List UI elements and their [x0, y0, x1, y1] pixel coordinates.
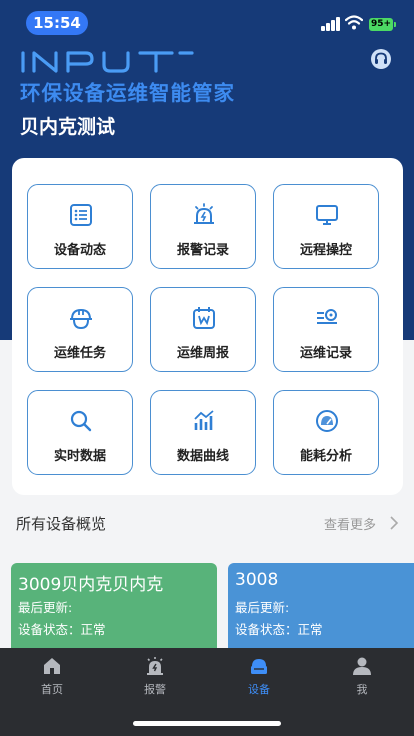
menu-item-data-curves[interactable]: 数据曲线	[150, 390, 256, 475]
menu-item-label: 运维记录	[299, 346, 352, 361]
record-icon	[317, 309, 337, 324]
menu-item-label: 运维任务	[53, 346, 106, 361]
menu-item-remote-control[interactable]: 远程操控	[273, 184, 379, 269]
view-more-link[interactable]: 查看更多	[324, 514, 376, 533]
tab-me[interactable]: 我	[310, 648, 414, 698]
device-last-update: 最后更新:	[235, 600, 290, 615]
tab-label: 我	[356, 683, 368, 696]
status-bar: 15:54 95+	[0, 0, 414, 44]
home-icon	[44, 658, 60, 674]
overview-title: 所有设备概览	[16, 515, 107, 533]
list-icon	[70, 204, 92, 226]
menu-item-realtime-data[interactable]: 实时数据	[27, 390, 133, 475]
calendar-icon	[193, 307, 215, 329]
menu-item-label: 远程操控	[299, 243, 352, 258]
alarm-icon	[194, 203, 214, 224]
wifi-icon	[345, 15, 363, 30]
menu-item-weekly-report[interactable]: 运维周报	[150, 287, 256, 372]
home-indicator[interactable]	[133, 721, 281, 726]
device-name: 3008	[235, 570, 279, 590]
menu-item-label: 运维周报	[176, 346, 229, 361]
tab-label: 首页	[41, 683, 63, 696]
tab-label: 报警	[144, 683, 166, 696]
brand-subtitle: 环保设备运维智能管家	[20, 81, 235, 105]
headset-icon[interactable]	[370, 48, 392, 70]
tab-label: 设备	[248, 683, 270, 696]
user-icon	[353, 657, 371, 675]
device-name: 3009贝内克贝内克	[18, 575, 164, 595]
menu-item-label: 设备动态	[53, 243, 106, 258]
menu-item-maintenance-records[interactable]: 运维记录	[273, 287, 379, 372]
alarm-icon	[147, 657, 163, 675]
menu-item-label: 数据曲线	[176, 449, 229, 464]
helmet-icon	[70, 308, 92, 330]
menu-item-label: 实时数据	[53, 449, 106, 464]
menu-item-alarm-records[interactable]: 报警记录	[150, 184, 256, 269]
chart-icon	[194, 410, 214, 430]
feature-grid: 设备动态 报警记录 远程操控 运维任务 运维周报 运维记录 实时数据 数据曲线 …	[12, 158, 403, 495]
tab-alarm[interactable]: 报警	[103, 648, 207, 698]
menu-item-maintenance-tasks[interactable]: 运维任务	[27, 287, 133, 372]
search-icon	[70, 410, 92, 432]
gauge-icon	[316, 410, 338, 432]
menu-item-label: 报警记录	[176, 243, 229, 258]
tab-device[interactable]: 设备	[207, 648, 311, 698]
site-name: 贝内克测试	[20, 116, 116, 138]
battery-indicator: 95+	[369, 18, 396, 31]
menu-item-device-dynamics[interactable]: 设备动态	[27, 184, 133, 269]
brand-logo	[21, 51, 194, 73]
signal-icon	[321, 17, 341, 31]
device-icon	[251, 659, 267, 674]
device-last-update: 最后更新:	[18, 600, 73, 615]
tab-home[interactable]: 首页	[0, 648, 104, 698]
monitor-icon	[316, 205, 338, 225]
status-time: 15:54	[26, 11, 88, 35]
device-status: 设备状态：正常	[18, 622, 106, 637]
chevron-right-icon[interactable]	[389, 516, 399, 530]
menu-item-energy-analysis[interactable]: 能耗分析	[273, 390, 379, 475]
menu-item-label: 能耗分析	[299, 449, 352, 464]
device-status: 设备状态：正常	[235, 622, 323, 637]
